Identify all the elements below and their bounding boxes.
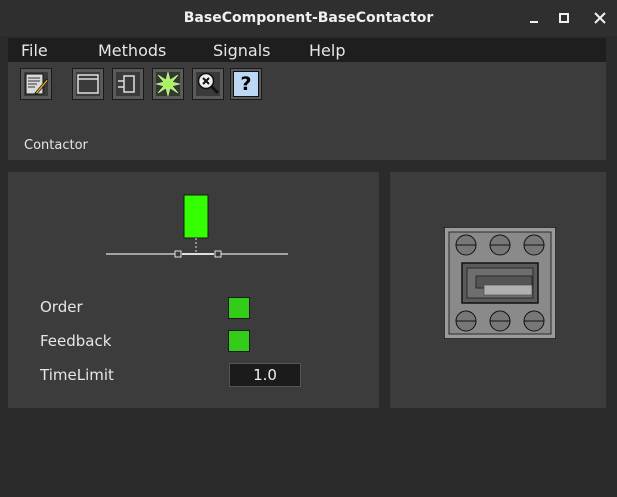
component-class-label: Contactor bbox=[24, 138, 88, 153]
help-icon: ? bbox=[233, 71, 259, 97]
maximize-icon[interactable] bbox=[554, 8, 574, 28]
menu-help[interactable]: Help bbox=[309, 41, 345, 60]
crossreference-search-button[interactable] bbox=[192, 68, 224, 100]
title-bar: BaseComponent-BaseContactor bbox=[0, 0, 617, 36]
object-window-icon bbox=[76, 72, 100, 96]
contactor-state-bar bbox=[183, 194, 209, 239]
help-button[interactable]: ? bbox=[230, 68, 262, 100]
toolbar-panel: ? Contactor bbox=[8, 62, 606, 160]
crossreference-search-icon bbox=[196, 72, 220, 96]
contactor-symbol bbox=[106, 194, 288, 258]
order-indicator[interactable] bbox=[228, 297, 250, 319]
close-icon[interactable] bbox=[590, 8, 610, 28]
feedback-indicator[interactable] bbox=[228, 330, 250, 352]
contact-terminal-left bbox=[174, 250, 182, 258]
light-burst-button[interactable] bbox=[152, 68, 184, 100]
light-burst-icon bbox=[155, 71, 181, 97]
trace-component-icon bbox=[116, 72, 140, 96]
help-glyph: ? bbox=[240, 73, 252, 95]
trace-component-button[interactable] bbox=[112, 68, 144, 100]
contactor-device-icon bbox=[444, 227, 556, 339]
contactor-graph-panel: Order Feedback TimeLimit 1.0 bbox=[8, 172, 379, 408]
graph-notepad-button[interactable] bbox=[20, 68, 52, 100]
timelimit-label: TimeLimit bbox=[40, 366, 114, 384]
minimize-icon[interactable] bbox=[524, 8, 544, 28]
graph-notepad-icon bbox=[24, 72, 49, 96]
menu-bar: File Methods Signals Help bbox=[8, 38, 606, 62]
order-label: Order bbox=[40, 298, 83, 316]
device-icon-panel bbox=[390, 172, 606, 408]
contact-terminal-right bbox=[214, 250, 222, 258]
menu-file[interactable]: File bbox=[21, 41, 48, 60]
object-window-button[interactable] bbox=[72, 68, 104, 100]
feedback-label: Feedback bbox=[40, 332, 112, 350]
menu-signals[interactable]: Signals bbox=[213, 41, 270, 60]
timelimit-value-field[interactable]: 1.0 bbox=[229, 363, 301, 387]
menu-methods[interactable]: Methods bbox=[98, 41, 166, 60]
